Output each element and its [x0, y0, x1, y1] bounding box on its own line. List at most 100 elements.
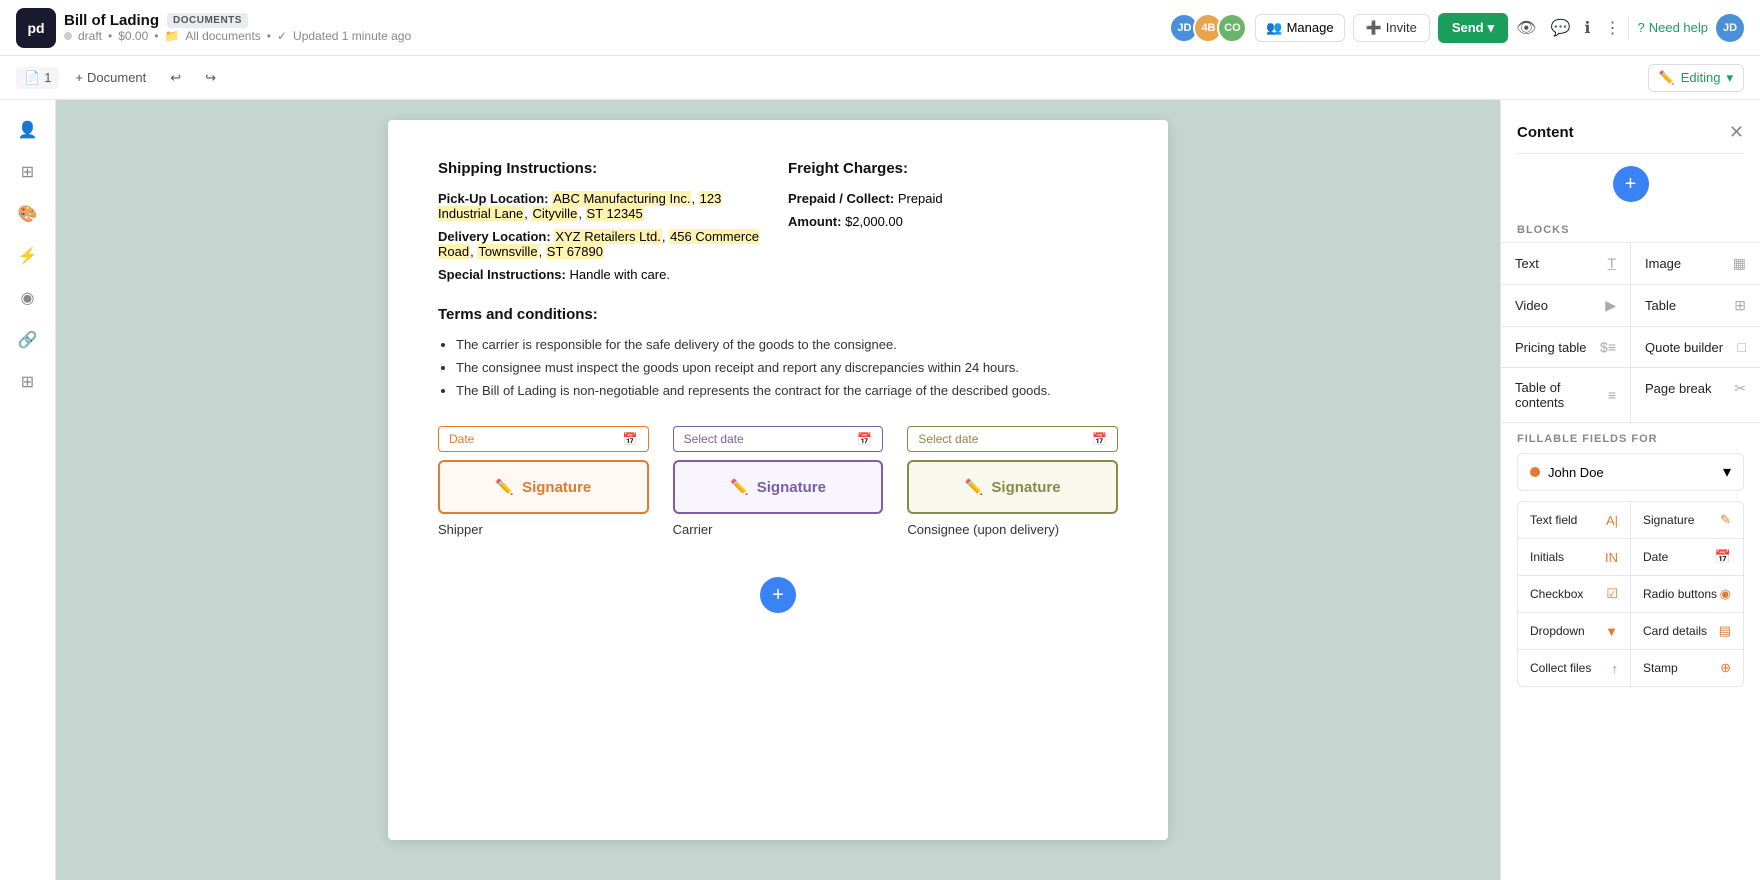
send-button[interactable]: Send ▾ — [1438, 13, 1508, 43]
title-group: Bill of Lading DOCUMENTS draft • $0.00 •… — [64, 12, 411, 43]
manage-button[interactable]: 👥 Manage — [1255, 14, 1344, 42]
field-initials[interactable]: Initials IN — [1518, 539, 1630, 575]
sidebar-icon-users[interactable]: 👤 — [10, 112, 46, 148]
invite-icon: ➕ — [1366, 20, 1382, 36]
carrier-block: Select date 📅 ✏️ Signature Carrier — [673, 426, 884, 537]
panel-title: Content — [1517, 124, 1574, 141]
block-text-label: Text — [1515, 256, 1539, 271]
field-text-label: Text field — [1530, 513, 1577, 527]
document-page: Shipping Instructions: Pick-Up Location:… — [388, 120, 1168, 840]
sidebar-icon-link[interactable]: 🔗 — [10, 322, 46, 358]
shipper-date-field[interactable]: Date 📅 — [438, 426, 649, 452]
field-radio[interactable]: Radio buttons ◉ — [1631, 576, 1743, 612]
pages-icon: 📄 — [24, 70, 40, 86]
sidebar-icon-blocks[interactable]: ⊞ — [10, 154, 46, 190]
avatar-group: JD 4B CO — [1169, 13, 1247, 43]
calendar-icon-purple: 📅 — [857, 432, 872, 446]
terms-item-3: The Bill of Lading is non-negotiable and… — [456, 383, 1118, 398]
block-video-label: Video — [1515, 298, 1548, 313]
terms-item-2: The consignee must inspect the goods upo… — [456, 360, 1118, 375]
topbar-action-icons: 👁 💬 ℹ ⋮ — [1516, 18, 1620, 38]
shipper-sig-label: Signature — [522, 479, 591, 496]
location-text: All documents — [185, 29, 260, 43]
field-stamp[interactable]: Stamp ⊕ — [1631, 650, 1743, 686]
updated-text: Updated 1 minute ago — [293, 29, 411, 43]
consignee-date-field[interactable]: Select date 📅 — [907, 426, 1118, 452]
field-initials-icon: IN — [1605, 550, 1618, 565]
sidebar-icon-grid[interactable]: ⊞ — [10, 364, 46, 400]
pages-number: 1 — [44, 70, 51, 85]
consignee-label: Consignee (upon delivery) — [907, 522, 1118, 537]
person-selector[interactable]: John Doe ▾ — [1517, 453, 1744, 491]
person-chevron: ▾ — [1723, 462, 1731, 482]
video-block-icon: ▶ — [1605, 297, 1616, 314]
field-date-icon: 📅 — [1715, 549, 1731, 565]
separator3: • — [267, 29, 271, 43]
blocks-grid: Text T̲ Image ▦ Video ▶ Table ⊞ — [1501, 242, 1760, 423]
add-content-fab[interactable]: + — [1613, 166, 1649, 202]
status-text: draft — [78, 29, 102, 43]
field-dropdown-label: Dropdown — [1530, 624, 1585, 638]
block-video[interactable]: Video ▶ — [1501, 285, 1630, 326]
terms-title: Terms and conditions: — [438, 306, 1118, 323]
redo-button[interactable]: ↪ — [197, 66, 224, 90]
user-avatar[interactable]: JD — [1716, 14, 1744, 42]
pickup-label: Pick-Up Location: — [438, 191, 549, 206]
field-dropdown[interactable]: Dropdown ▼ — [1518, 613, 1630, 649]
field-stamp-icon: ⊕ — [1720, 660, 1731, 676]
carrier-date-field[interactable]: Select date 📅 — [673, 426, 884, 452]
field-date-label: Date — [1643, 550, 1668, 564]
editing-chevron: ▾ — [1726, 70, 1733, 86]
field-signature[interactable]: Signature ✎ — [1631, 502, 1743, 538]
field-checkbox[interactable]: Checkbox ☑ — [1518, 576, 1630, 612]
block-table[interactable]: Table ⊞ — [1631, 285, 1760, 326]
pagebreak-block-icon: ✂ — [1734, 380, 1746, 397]
edit-icon: ✏️ — [1659, 70, 1675, 86]
price-text: $0.00 — [118, 29, 148, 43]
block-pricing-table[interactable]: Pricing table $≡ — [1501, 327, 1630, 367]
sidebar-icon-layers[interactable]: ◉ — [10, 280, 46, 316]
content-panel: Content ✕ + BLOCKS Text T̲ Image ▦ — [1500, 100, 1760, 880]
status-dot — [64, 32, 72, 40]
field-stamp-label: Stamp — [1643, 661, 1678, 675]
eye-icon[interactable]: 👁 — [1516, 18, 1536, 38]
block-quote-builder[interactable]: Quote builder □ — [1631, 327, 1760, 367]
need-help-link[interactable]: ? Need help — [1637, 20, 1708, 35]
field-card-icon: ▤ — [1719, 623, 1731, 639]
carrier-signature-button[interactable]: ✏️ Signature — [673, 460, 884, 514]
chat-icon[interactable]: 💬 — [1550, 18, 1570, 38]
field-card-details[interactable]: Card details ▤ — [1631, 613, 1743, 649]
editing-toggle[interactable]: ✏️ Editing ▾ — [1648, 64, 1744, 92]
undo-button[interactable]: ↩ — [162, 66, 189, 90]
field-date[interactable]: Date 📅 — [1631, 539, 1743, 575]
freight-section: Freight Charges: Prepaid / Collect: Prep… — [788, 160, 1118, 282]
freight-title: Freight Charges: — [788, 160, 1118, 177]
block-text[interactable]: Text T̲ — [1501, 243, 1630, 284]
field-text-field[interactable]: Text field A| — [1518, 502, 1630, 538]
sig-icon-purple: ✏️ — [730, 478, 749, 496]
consignee-date-label: Select date — [918, 432, 978, 446]
fillable-section: FILLABLE FIELDS FOR John Doe ▾ Text fiel… — [1501, 423, 1760, 697]
panel-close-button[interactable]: ✕ — [1729, 122, 1744, 143]
fillable-fields-grid: Text field A| Signature ✎ Initials IN Da… — [1517, 501, 1744, 687]
signature-row: Date 📅 ✏️ Signature Shipper Select date … — [438, 426, 1118, 537]
consignee-signature-button[interactable]: ✏️ Signature — [907, 460, 1118, 514]
shipper-signature-button[interactable]: ✏️ Signature — [438, 460, 649, 514]
field-collect-files[interactable]: Collect files ↑ — [1518, 650, 1630, 686]
block-toc[interactable]: Table of contents ≡ — [1501, 368, 1630, 422]
shipper-block: Date 📅 ✏️ Signature Shipper — [438, 426, 649, 537]
invite-button[interactable]: ➕ Invite — [1353, 14, 1430, 42]
block-page-break[interactable]: Page break ✂ — [1631, 368, 1760, 422]
add-block-below-button[interactable]: + — [760, 577, 796, 613]
block-pricing-label: Pricing table — [1515, 340, 1587, 355]
add-document-button[interactable]: + Document — [67, 66, 154, 89]
block-image-label: Image — [1645, 256, 1681, 271]
sidebar-icon-theme[interactable]: 🎨 — [10, 196, 46, 232]
more-icon[interactable]: ⋮ — [1604, 18, 1620, 38]
prepaid-value: Prepaid — [898, 191, 943, 206]
info-icon[interactable]: ℹ — [1584, 18, 1590, 38]
person-name-text: John Doe — [1548, 465, 1604, 480]
block-image[interactable]: Image ▦ — [1631, 243, 1760, 284]
sidebar-icon-variables[interactable]: ⚡ — [10, 238, 46, 274]
consignee-sig-label: Signature — [991, 479, 1060, 496]
